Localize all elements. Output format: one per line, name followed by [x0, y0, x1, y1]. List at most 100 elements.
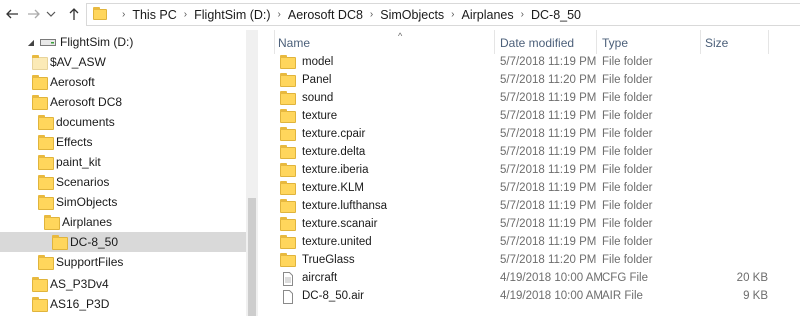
tree-item-dc-8-50[interactable]: DC-8_50 [0, 232, 246, 252]
drive-icon [40, 36, 56, 49]
file-type: File folder [602, 74, 653, 86]
tree-item-label: DC-8_50 [70, 235, 119, 249]
file-row-texture-delta[interactable]: texture.delta 5/7/2018 11:19 PM File fol… [274, 144, 794, 162]
breadcrumb-drive[interactable]: FlightSim (D:) [194, 8, 270, 22]
chevron-right-icon[interactable]: › [521, 9, 524, 20]
forward-arrow-icon [28, 9, 40, 19]
file-row-trueglass[interactable]: TrueGlass 5/7/2018 11:20 PM File folder [274, 252, 794, 270]
tree-item-airplanes[interactable]: Airplanes [0, 212, 246, 232]
file-date: 5/7/2018 11:19 PM [500, 92, 597, 104]
file-date: 5/7/2018 11:19 PM [500, 182, 597, 194]
file-row-model[interactable]: model 5/7/2018 11:19 PM File folder [274, 54, 794, 72]
column-header-type[interactable]: Type [602, 32, 698, 54]
tree-item-label: Aerosoft [50, 75, 95, 89]
file-row-sound[interactable]: sound 5/7/2018 11:19 PM File folder [274, 90, 794, 108]
tree-item-label: FlightSim (D:) [60, 35, 134, 49]
file-row-panel[interactable]: Panel 5/7/2018 11:20 PM File folder [274, 72, 794, 90]
breadcrumb-airplanes[interactable]: Airplanes [462, 8, 514, 22]
column-divider[interactable] [494, 30, 495, 54]
column-header-name[interactable]: Name ^ [278, 31, 492, 54]
tree-item-label: AS16_P3D [50, 297, 110, 311]
file-row-aircraft[interactable]: aircraft 4/19/2018 10:00 AM CFG File 20 … [274, 270, 794, 288]
chevron-right-icon[interactable]: › [370, 9, 373, 20]
breadcrumb-aerosoft-dc8[interactable]: Aerosoft DC8 [288, 8, 363, 22]
file-row-dc-8-50-air[interactable]: DC-8_50.air 4/19/2018 10:00 AM AIR File … [274, 288, 794, 306]
folder-icon [32, 277, 48, 292]
document-icon [280, 290, 296, 304]
folder-icon [44, 215, 60, 230]
tree-item-label: Airplanes [62, 215, 113, 229]
tree-item-label: SupportFiles [56, 255, 124, 269]
tree-item-paint-kit[interactable]: paint_kit [0, 152, 246, 172]
chevron-right-icon[interactable]: › [278, 9, 281, 20]
file-list: Name ^ Date modified Type Size model 5/7… [262, 30, 800, 316]
tree-item-simobjects[interactable]: SimObjects [0, 192, 246, 212]
file-date: 4/19/2018 10:00 AM [500, 272, 603, 284]
forward-button[interactable] [26, 6, 42, 22]
chevron-down-icon [46, 11, 56, 17]
file-row-texture-scanair[interactable]: texture.scanair 5/7/2018 11:19 PM File f… [274, 216, 794, 234]
chevron-right-icon[interactable]: › [184, 9, 187, 20]
file-name: texture.lufthansa [302, 200, 388, 212]
address-bar[interactable]: › This PC › FlightSim (D:) › Aerosoft DC… [86, 3, 800, 26]
tree-item-av-asw[interactable]: $AV_ASW [0, 52, 246, 72]
column-divider[interactable] [768, 30, 769, 54]
chevron-right-icon[interactable]: › [451, 9, 454, 20]
back-button[interactable] [4, 6, 20, 22]
column-header-size[interactable]: Size [705, 32, 765, 54]
tree-item-effects[interactable]: Effects [0, 132, 246, 152]
folder-icon [32, 75, 48, 90]
recent-locations-button[interactable] [46, 6, 56, 22]
folder-icon [280, 55, 296, 69]
column-divider[interactable] [700, 30, 701, 54]
file-type: CFG File [602, 272, 648, 284]
breadcrumb-simobjects[interactable]: SimObjects [380, 8, 444, 22]
column-divider[interactable] [596, 30, 597, 54]
file-name: Panel [302, 74, 332, 86]
file-row-texture[interactable]: texture 5/7/2018 11:19 PM File folder [274, 108, 794, 126]
expand-down-icon[interactable]: ◢ [26, 37, 36, 47]
file-row-texture-lufthansa[interactable]: texture.lufthansa 5/7/2018 11:19 PM File… [274, 198, 794, 216]
tree-item-as-p3dv4[interactable]: AS_P3Dv4 [0, 274, 246, 294]
file-type: File folder [602, 200, 653, 212]
file-date: 5/7/2018 11:19 PM [500, 56, 597, 68]
column-header-label: Name [278, 36, 311, 50]
file-date: 5/7/2018 11:19 PM [500, 146, 597, 158]
file-name: texture.delta [302, 146, 366, 158]
up-arrow-icon [69, 8, 79, 20]
tree-item-label: Aerosoft DC8 [50, 95, 123, 109]
file-name: model [302, 56, 334, 68]
tree-item-aerosoft-dc8[interactable]: Aerosoft DC8 [0, 92, 246, 112]
folder-icon [280, 235, 296, 249]
file-row-texture-cpair[interactable]: texture.cpair 5/7/2018 11:19 PM File fol… [274, 126, 794, 144]
tree-item-aerosoft[interactable]: Aerosoft [0, 72, 246, 92]
folder-icon [32, 55, 48, 70]
file-name: texture.united [302, 236, 372, 248]
file-row-texture-united[interactable]: texture.united 5/7/2018 11:19 PM File fo… [274, 234, 794, 252]
folder-icon [38, 195, 54, 210]
tree-item-as16-p3d[interactable]: AS16_P3D [0, 294, 246, 314]
breadcrumb-dc-8-50[interactable]: DC-8_50 [531, 8, 581, 22]
tree-item-flightsim-drive[interactable]: ◢ FlightSim (D:) [0, 32, 246, 52]
navigation-scrollbar[interactable] [246, 30, 258, 316]
file-type: File folder [602, 236, 653, 248]
column-header-date[interactable]: Date modified [500, 32, 596, 54]
file-type: AIR File [602, 290, 643, 302]
folder-icon [38, 155, 54, 170]
up-button[interactable] [66, 6, 82, 22]
tree-item-documents[interactable]: documents [0, 112, 246, 132]
column-header-label: Date modified [500, 36, 575, 50]
folder-icon [38, 135, 54, 150]
tree-item-scenarios[interactable]: Scenarios [0, 172, 246, 192]
folder-icon [38, 175, 54, 190]
tree-item-label: paint_kit [56, 155, 101, 169]
file-row-texture-iberia[interactable]: texture.iberia 5/7/2018 11:19 PM File fo… [274, 162, 794, 180]
file-type: File folder [602, 128, 653, 140]
file-type: File folder [602, 182, 653, 194]
folder-icon [280, 163, 296, 177]
tree-item-supportfiles[interactable]: SupportFiles [0, 252, 246, 272]
breadcrumb-this-pc[interactable]: This PC [132, 8, 176, 22]
scrollbar-thumb[interactable] [248, 198, 256, 316]
file-row-texture-klm[interactable]: texture.KLM 5/7/2018 11:19 PM File folde… [274, 180, 794, 198]
folder-icon [280, 109, 296, 123]
